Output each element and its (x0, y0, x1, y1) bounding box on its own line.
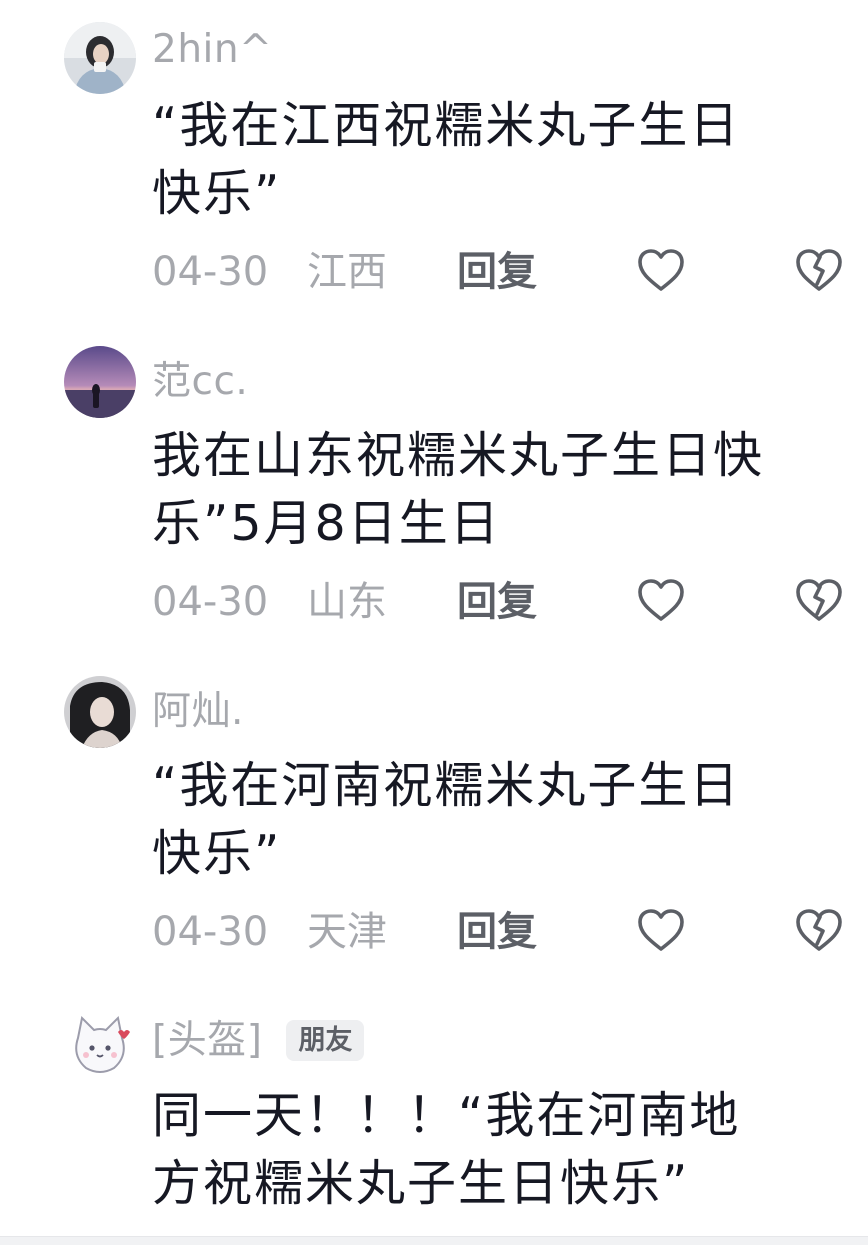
broken-heart-icon[interactable] (794, 246, 844, 294)
avatar[interactable] (64, 676, 136, 748)
broken-heart-icon[interactable] (794, 576, 844, 624)
avatar[interactable] (64, 346, 136, 418)
comment-text: “我在河南祝糯米丸子生日 快乐” (152, 757, 741, 882)
reply-button[interactable]: 回复 (457, 904, 537, 960)
comment-location: 江西 (307, 249, 387, 295)
username[interactable]: [头盔] (152, 1021, 262, 1060)
username[interactable]: 2hin^ (152, 30, 272, 69)
broken-heart-icon[interactable] (794, 906, 844, 954)
avatar-cartoon-cat-icon (64, 1008, 136, 1080)
comment-meta: 04-30 天津 回复 (152, 904, 868, 960)
comment-location: 山东 (307, 579, 387, 625)
username[interactable]: 范cc. (152, 362, 248, 401)
comment-meta: 04-30 江西 回复 (152, 244, 868, 300)
comment-date: 04-30 (152, 909, 269, 955)
avatar-sunset-silhouette-icon (64, 346, 136, 418)
friend-badge: 朋友 (286, 1020, 365, 1061)
reply-button[interactable]: 回复 (457, 574, 537, 630)
comment-text: “我在江西祝糯米丸子生日 快乐” (152, 97, 741, 222)
comment-text: 同一天！！！“我在河南地 方祝糯米丸子生日快乐” (152, 1087, 741, 1212)
comment-date: 04-30 (152, 249, 269, 295)
heart-outline-icon[interactable] (636, 576, 686, 624)
heart-outline-icon[interactable] (636, 246, 686, 294)
username[interactable]: 阿灿. (152, 692, 244, 731)
avatar[interactable] (64, 22, 136, 94)
comment-date: 04-30 (152, 579, 269, 625)
avatar[interactable] (64, 1008, 136, 1080)
comment-location: 天津 (307, 909, 387, 955)
avatar-portrait-icon (64, 676, 136, 748)
reply-button[interactable]: 回复 (457, 244, 537, 300)
comment-text: 我在山东祝糯米丸子生日快 乐”5月8日生日 (152, 427, 765, 552)
avatar-girl-photo-icon (64, 22, 136, 94)
comment-meta: 04-30 山东 回复 (152, 574, 868, 630)
heart-outline-icon[interactable] (636, 906, 686, 954)
